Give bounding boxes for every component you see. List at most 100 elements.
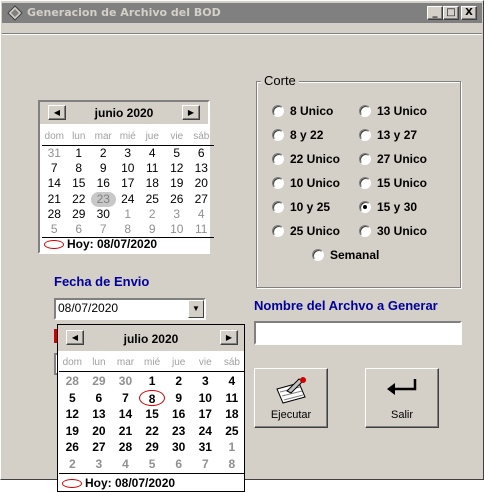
calendar-popup[interactable]: ◀ julio 2020 ▶ dom lun mar mié jue vie sáb 28 29…: [57, 324, 246, 492]
radio-indicator[interactable]: [359, 201, 371, 213]
calendar-day[interactable]: 3: [165, 207, 190, 222]
calendar-day[interactable]: 28: [42, 207, 67, 222]
calendar-day[interactable]: 16: [91, 176, 116, 191]
calendar-day[interactable]: 1: [67, 146, 92, 161]
calendar-day[interactable]: 26: [165, 192, 190, 207]
radio-indicator[interactable]: [312, 249, 324, 261]
calendar-day[interactable]: 27: [86, 439, 113, 456]
calendar-day[interactable]: 19: [59, 423, 86, 440]
calendar-day[interactable]: 3: [116, 146, 141, 161]
radio-corte-2[interactable]: 8 y 22: [272, 128, 362, 144]
radio-indicator[interactable]: [359, 153, 371, 165]
calendar-day[interactable]: 18: [219, 406, 246, 423]
popup-next-month-button[interactable]: ▶: [220, 330, 238, 345]
calendar-day[interactable]: 6: [86, 390, 113, 407]
close-button[interactable]: X: [461, 6, 477, 20]
radio-corte-12[interactable]: Semanal: [312, 248, 402, 264]
radio-corte-4[interactable]: 22 Unico: [272, 152, 362, 168]
calendar-day[interactable]: 2: [91, 146, 116, 161]
calendar-day[interactable]: 3: [192, 373, 219, 390]
calendar-day[interactable]: 7: [112, 390, 139, 407]
calendar-day[interactable]: 20: [189, 176, 214, 191]
calendar-day[interactable]: 19: [165, 176, 190, 191]
radio-indicator[interactable]: [272, 177, 284, 189]
calendar-day[interactable]: 9: [165, 390, 192, 407]
radio-indicator[interactable]: [359, 105, 371, 117]
radio-corte-7[interactable]: 15 Unico: [359, 176, 449, 192]
calendar-day[interactable]: 14: [112, 406, 139, 423]
calendar-day[interactable]: 8: [138, 389, 166, 407]
calendar-day[interactable]: 3: [86, 456, 113, 473]
radio-indicator[interactable]: [359, 129, 371, 141]
calendar-day[interactable]: 8: [116, 222, 141, 237]
calendar-day[interactable]: 5: [59, 390, 86, 407]
calendar-day[interactable]: 18: [140, 176, 165, 191]
today-link[interactable]: Hoy: 08/07/2020: [62, 476, 175, 490]
calendar-day[interactable]: 13: [86, 406, 113, 423]
calendar-day[interactable]: 29: [86, 373, 113, 390]
calendar-day[interactable]: 10: [192, 390, 219, 407]
calendar-day[interactable]: 10: [165, 222, 190, 237]
calendar-day[interactable]: 20: [86, 423, 113, 440]
calendar-day[interactable]: 22: [139, 423, 166, 440]
calendar-day[interactable]: 8: [67, 161, 92, 176]
calendar-day[interactable]: 2: [165, 373, 192, 390]
radio-corte-3[interactable]: 13 y 27: [359, 128, 449, 144]
calendar-day[interactable]: 11: [189, 222, 214, 237]
calendar-day[interactable]: 6: [165, 456, 192, 473]
calendar-day[interactable]: 2: [140, 207, 165, 222]
calendar-day[interactable]: 5: [165, 146, 190, 161]
dropdown-arrow-icon[interactable]: ▼: [188, 300, 204, 318]
calendar-day[interactable]: 24: [116, 192, 141, 207]
calendar-day[interactable]: 12: [59, 406, 86, 423]
calendar-day[interactable]: 29: [67, 207, 92, 222]
calendar-day[interactable]: 27: [189, 192, 214, 207]
calendar-day[interactable]: 11: [219, 390, 246, 407]
calendar-day[interactable]: 5: [42, 222, 67, 237]
calendar-day[interactable]: 31: [192, 439, 219, 456]
radio-indicator[interactable]: [272, 129, 284, 141]
popup-calendar-month-label[interactable]: julio 2020: [58, 332, 244, 346]
calendar-day[interactable]: 30: [91, 207, 116, 222]
calendar-day[interactable]: 17: [192, 406, 219, 423]
calendar-day[interactable]: 15: [67, 176, 92, 191]
calendar-day[interactable]: 16: [165, 406, 192, 423]
calendar-day[interactable]: 30: [112, 373, 139, 390]
calendar-day[interactable]: 23: [165, 423, 192, 440]
nombre-archivo-input[interactable]: [254, 321, 462, 345]
today-link[interactable]: Hoy: 08/07/2020: [44, 237, 157, 251]
radio-corte-8[interactable]: 10 y 25: [272, 200, 362, 216]
calendar-day[interactable]: 13: [189, 161, 214, 176]
calendar-day[interactable]: 4: [112, 456, 139, 473]
radio-corte-11[interactable]: 30 Unico: [359, 224, 449, 240]
calendar-day[interactable]: 8: [219, 456, 246, 473]
calendar-day[interactable]: 31: [42, 146, 67, 161]
radio-indicator[interactable]: [272, 225, 284, 237]
next-month-button[interactable]: ▶: [182, 105, 200, 120]
calendar-day[interactable]: 7: [91, 222, 116, 237]
ejecutar-button[interactable]: Ejecutar: [254, 368, 328, 428]
calendar-day[interactable]: 6: [67, 222, 92, 237]
maximize-button[interactable]: □: [443, 6, 459, 20]
calendar-day[interactable]: 28: [112, 439, 139, 456]
calendar-day[interactable]: 10: [116, 161, 141, 176]
calendar-day[interactable]: 9: [140, 222, 165, 237]
calendar-day[interactable]: 25: [140, 192, 165, 207]
calendar-day[interactable]: 25: [219, 423, 246, 440]
calendar-day[interactable]: 26: [59, 439, 86, 456]
calendar-day[interactable]: 7: [192, 456, 219, 473]
calendar-day[interactable]: 4: [189, 207, 214, 222]
calendar-day[interactable]: 29: [139, 439, 166, 456]
calendar-day[interactable]: 17: [116, 176, 141, 191]
title-bar[interactable]: Generacion de Archivo del BOD _ □ X: [2, 3, 482, 23]
calendar-day[interactable]: 1: [116, 207, 141, 222]
radio-corte-0[interactable]: 8 Unico: [272, 104, 362, 120]
radio-indicator[interactable]: [272, 105, 284, 117]
calendar-day[interactable]: 5: [139, 456, 166, 473]
radio-corte-1[interactable]: 13 Unico: [359, 104, 449, 120]
calendar-day[interactable]: 4: [219, 373, 246, 390]
radio-corte-5[interactable]: 27 Unico: [359, 152, 449, 168]
calendar-day[interactable]: 2: [59, 456, 86, 473]
radio-indicator[interactable]: [272, 153, 284, 165]
calendar-day[interactable]: 12: [165, 161, 190, 176]
